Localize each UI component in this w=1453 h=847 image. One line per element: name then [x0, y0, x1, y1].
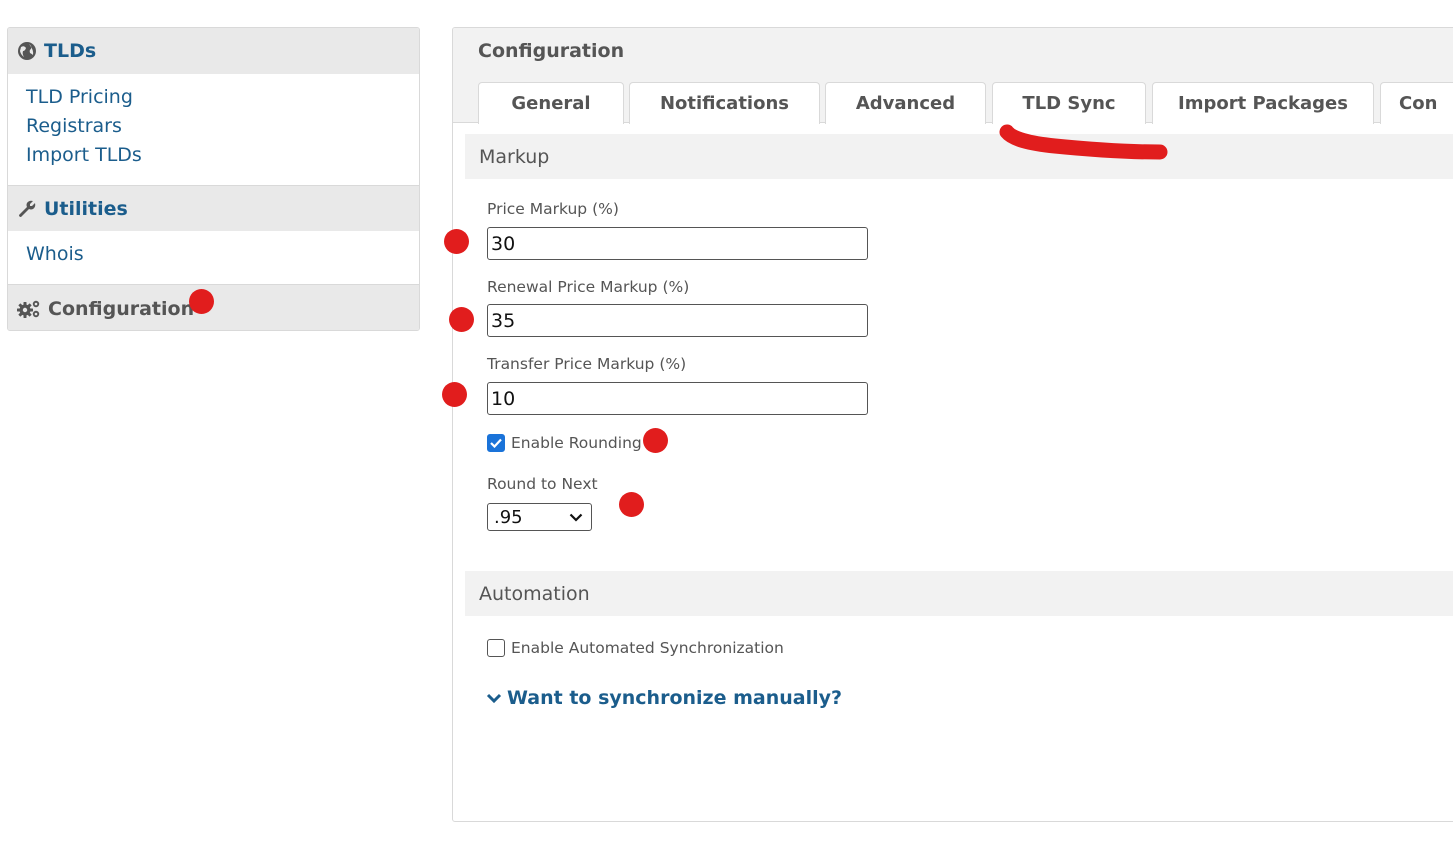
annotation-dot — [643, 428, 668, 453]
chevron-down-icon — [569, 513, 583, 522]
enable-sync-row[interactable]: Enable Automated Synchronization — [487, 639, 784, 657]
enable-rounding-row[interactable]: Enable Rounding — [487, 434, 642, 452]
sidebar-section-configuration[interactable]: Configuration — [8, 284, 419, 330]
annotation-dot — [442, 382, 467, 407]
sidebar-section-tlds[interactable]: TLDs — [8, 28, 419, 74]
sidebar-item-tld-pricing[interactable]: TLD Pricing — [26, 86, 133, 108]
tab-tld-sync[interactable]: TLD Sync — [992, 82, 1146, 124]
tab-notifications[interactable]: Notifications — [629, 82, 820, 124]
checkmark-icon — [490, 438, 502, 448]
configuration-panel: Configuration General Notifications Adva… — [452, 27, 1453, 822]
manual-sync-toggle[interactable]: Want to synchronize manually? — [486, 687, 842, 709]
tab-advanced[interactable]: Advanced — [825, 82, 986, 124]
automation-section-heading: Automation — [465, 571, 1453, 616]
enable-sync-checkbox[interactable] — [487, 639, 505, 657]
tab-general[interactable]: General — [478, 82, 624, 124]
globe-icon — [18, 42, 36, 60]
price-markup-input[interactable] — [487, 227, 868, 260]
round-to-next-select[interactable]: .95 — [487, 503, 592, 531]
renewal-markup-input[interactable] — [487, 304, 868, 337]
round-to-next-value: .95 — [494, 506, 523, 528]
transfer-markup-label: Transfer Price Markup (%) — [487, 355, 687, 373]
annotation-dot — [444, 229, 469, 254]
sidebar-item-registrars[interactable]: Registrars — [26, 115, 122, 137]
sidebar-section-utilities[interactable]: Utilities — [8, 185, 419, 231]
sidebar-section-title: Utilities — [44, 197, 128, 220]
sidebar: TLDs TLD Pricing Registrars Import TLDs … — [7, 27, 420, 331]
chevron-down-icon — [486, 693, 502, 703]
wrench-icon — [19, 200, 36, 217]
panel-header: Configuration General Notifications Adva… — [453, 28, 1453, 124]
annotation-dot — [619, 492, 644, 517]
page-title: Configuration — [478, 40, 625, 62]
sidebar-item-whois[interactable]: Whois — [26, 243, 84, 265]
enable-rounding-checkbox[interactable] — [487, 434, 505, 452]
enable-sync-label: Enable Automated Synchronization — [511, 639, 784, 657]
annotation-dot — [449, 307, 474, 332]
sidebar-section-title: Configuration — [48, 297, 195, 320]
renewal-markup-label: Renewal Price Markup (%) — [487, 278, 690, 296]
sidebar-item-import-tlds[interactable]: Import TLDs — [26, 144, 142, 166]
tab-con[interactable]: Con — [1380, 82, 1453, 124]
markup-section-heading: Markup — [465, 134, 1453, 179]
manual-sync-link: Want to synchronize manually? — [507, 687, 843, 709]
transfer-markup-input[interactable] — [487, 382, 868, 415]
price-markup-label: Price Markup (%) — [487, 200, 619, 218]
sidebar-section-title: TLDs — [44, 40, 97, 62]
tab-import-packages[interactable]: Import Packages — [1152, 82, 1374, 124]
enable-rounding-label: Enable Rounding — [511, 434, 642, 452]
gears-icon — [17, 300, 40, 318]
annotation-dot — [189, 289, 214, 314]
round-to-next-label: Round to Next — [487, 475, 598, 493]
annotation-underline-stroke — [999, 124, 1168, 160]
